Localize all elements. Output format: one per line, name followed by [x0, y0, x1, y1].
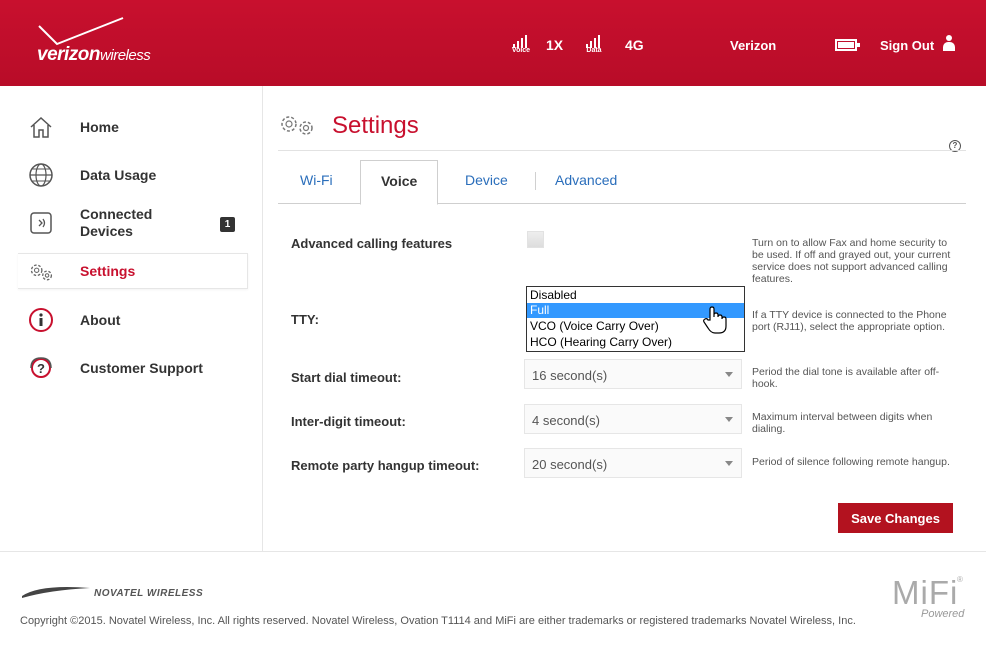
- sidebar-item-customer-support[interactable]: ? Customer Support: [18, 350, 248, 386]
- remote-hangup-label: Remote party hangup timeout:: [291, 458, 480, 473]
- novatel-swoosh-icon: [22, 587, 90, 598]
- mifi-logo: MiFi: [892, 574, 959, 611]
- advanced-calling-help: Turn on to allow Fax and home security t…: [752, 237, 951, 285]
- support-icon: ?: [30, 357, 52, 378]
- chevron-down-icon: [725, 417, 733, 422]
- tab-wifi[interactable]: Wi-Fi: [300, 172, 333, 188]
- start-dial-select[interactable]: 16 second(s): [524, 359, 742, 389]
- advanced-calling-label: Advanced calling features: [291, 236, 453, 251]
- verizon-checkmark-icon: [38, 17, 124, 46]
- start-dial-help: Period the dial tone is available after …: [752, 366, 940, 390]
- sidebar-item-connected-devices[interactable]: Connected Devices: [18, 203, 248, 245]
- person-icon[interactable]: [942, 35, 956, 51]
- advanced-calling-checkbox[interactable]: [527, 231, 544, 248]
- data-network-label: 4G: [625, 37, 644, 53]
- mifi-registered-mark: ®: [957, 575, 963, 584]
- tty-option-disabled[interactable]: Disabled: [527, 288, 744, 303]
- battery-icon: [835, 39, 860, 51]
- save-changes-button[interactable]: Save Changes: [838, 503, 953, 533]
- tab-device[interactable]: Device: [465, 172, 508, 188]
- tab-voice[interactable]: Voice: [360, 160, 439, 205]
- chevron-down-icon: [725, 372, 733, 377]
- copyright-text: Copyright ©2015. Novatel Wireless, Inc. …: [20, 615, 856, 627]
- gears-icon: [30, 264, 53, 281]
- inter-digit-help: Maximum interval between digits when dia…: [752, 411, 933, 435]
- sidebar-divider: [262, 86, 263, 551]
- voice-network-label: 1X: [546, 37, 564, 53]
- mifi-powered-text: Powered: [921, 608, 965, 620]
- info-icon: [29, 308, 53, 332]
- remote-hangup-help: Period of silence following remote hangu…: [752, 456, 950, 468]
- chevron-down-icon: [725, 461, 733, 466]
- carrier-name: Verizon: [730, 38, 777, 53]
- settings-tabs: Wi-Fi Voice Device Advanced: [278, 160, 966, 205]
- connected-count-badge: 1: [220, 217, 235, 232]
- brand-text: verizonwireless: [37, 44, 151, 65]
- start-dial-label: Start dial timeout:: [291, 370, 402, 385]
- remote-hangup-select[interactable]: 20 second(s): [524, 448, 742, 478]
- sidebar-item-about[interactable]: About: [18, 302, 248, 338]
- home-icon: [30, 116, 52, 138]
- sidebar-item-home[interactable]: Home: [18, 109, 248, 145]
- globe-icon: [29, 163, 53, 187]
- inter-digit-label: Inter-digit timeout:: [291, 414, 406, 429]
- novatel-logo-text: NOVATEL WIRELESS: [94, 588, 204, 599]
- voice-signal-icon: Voice: [511, 34, 531, 54]
- sidebar-item-settings[interactable]: Settings: [18, 253, 248, 289]
- hand-cursor-icon: [703, 306, 727, 334]
- page-title: Settings: [332, 112, 419, 139]
- verizon-logo: verizonwireless: [37, 16, 197, 71]
- svg-text:?: ?: [37, 361, 45, 376]
- top-header: verizonwireless Voice 1X Data 4G Verizon…: [0, 0, 986, 86]
- title-divider: [278, 150, 966, 151]
- footer-divider: [0, 551, 986, 552]
- devices-icon: [30, 212, 52, 234]
- data-signal-icon: Data: [584, 34, 604, 54]
- tty-label: TTY:: [291, 312, 319, 327]
- sidebar-item-data-usage[interactable]: Data Usage: [18, 157, 248, 193]
- tab-separator: [535, 172, 536, 190]
- inter-digit-select[interactable]: 4 second(s): [524, 404, 742, 434]
- tty-help: If a TTY device is connected to the Phon…: [752, 309, 947, 333]
- tty-option-hco[interactable]: HCO (Hearing Carry Over): [527, 335, 744, 350]
- sign-out-link[interactable]: Sign Out: [880, 38, 934, 53]
- tab-advanced[interactable]: Advanced: [555, 172, 617, 188]
